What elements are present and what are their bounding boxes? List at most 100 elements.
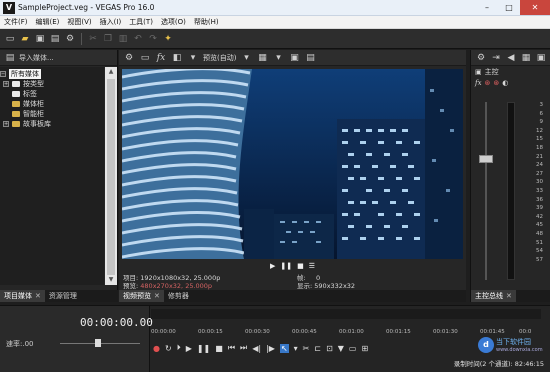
close-icon[interactable]: ✕ — [506, 290, 512, 302]
next-frame-icon[interactable]: |▶ — [266, 344, 275, 353]
stop-icon[interactable]: ■ — [215, 344, 223, 353]
scale-tick: 45 — [536, 222, 543, 229]
copy-snapshot-icon[interactable]: ▣ — [288, 52, 300, 64]
marker-icon[interactable]: ▼ — [338, 344, 344, 353]
save-icon[interactable]: ▣ — [34, 33, 46, 45]
close-icon[interactable]: ✕ — [35, 290, 41, 302]
play-icon[interactable]: ▶ — [270, 262, 275, 270]
render-icon[interactable]: ▤ — [49, 33, 61, 45]
time-ruler[interactable]: 00:00:00 00:00:15 00:00:30 00:00:45 00:0… — [151, 323, 531, 337]
tab-explorer[interactable]: 资源管理 — [45, 290, 81, 302]
tree-item-smart-bins[interactable]: 智能柜 — [0, 109, 104, 119]
settings-icon[interactable]: ⚙ — [475, 52, 487, 64]
volume-slider-knob[interactable] — [479, 155, 493, 163]
go-to-start-icon[interactable]: ⏮ — [228, 343, 235, 353]
split-icon[interactable]: ✂ — [303, 344, 310, 353]
cut-icon[interactable]: ✂ — [87, 33, 99, 45]
menu-options[interactable]: 选项(O) — [161, 17, 186, 27]
split-screen-icon[interactable]: ◧ — [171, 52, 183, 64]
record-icon[interactable]: ⊛ — [485, 79, 491, 87]
tab-master-bus[interactable]: 主控总线 ✕ — [471, 290, 516, 302]
import-media-button[interactable]: 导入媒体... — [19, 53, 54, 63]
lock-icon[interactable]: ⊡ — [326, 344, 333, 353]
save-snapshot-icon[interactable]: ▤ — [304, 52, 316, 64]
scale-tick: 12 — [536, 127, 543, 134]
go-to-end-icon[interactable]: ⏭ — [240, 343, 247, 353]
tab-trimmer[interactable]: 修剪器 — [164, 290, 193, 302]
menu-view[interactable]: 视图(V) — [67, 17, 91, 27]
scroll-up-icon[interactable]: ▲ — [105, 67, 117, 77]
properties-icon[interactable]: ⚙ — [64, 33, 76, 45]
menu-icon[interactable]: ☰ — [309, 262, 315, 270]
minimize-button[interactable]: – — [476, 0, 498, 15]
tree-item-all-media[interactable]: − 所有媒体 — [0, 69, 104, 79]
mute-icon[interactable]: ◀ — [505, 52, 517, 64]
collapse-icon[interactable]: − — [0, 71, 6, 77]
pause-icon[interactable]: ❚❚ — [197, 344, 210, 353]
import-media-icon[interactable]: ▤ — [4, 52, 16, 64]
play-icon[interactable]: ▶ — [186, 344, 192, 353]
trim-icon[interactable]: ⊏ — [314, 344, 321, 353]
folder-icon — [12, 111, 20, 117]
region-icon[interactable]: ▭ — [349, 344, 357, 353]
media-scrollbar[interactable]: ▲ ▼ — [105, 67, 117, 285]
new-project-icon[interactable]: ▭ — [4, 33, 16, 45]
timeline-overview-scrollbar[interactable] — [151, 309, 541, 319]
menu-insert[interactable]: 插入(I) — [100, 17, 122, 27]
snap-icon[interactable]: ⊞ — [361, 344, 368, 353]
tab-video-preview[interactable]: 视频预览 ✕ — [119, 290, 164, 302]
overlays-icon[interactable]: ▦ — [256, 52, 268, 64]
menu-tools[interactable]: 工具(T) — [129, 17, 153, 27]
chevron-down-icon[interactable]: ▾ — [187, 52, 199, 64]
paste-icon[interactable]: ▥ — [117, 33, 129, 45]
expand-icon[interactable]: + — [3, 121, 9, 127]
route-icon[interactable]: ⇥ — [490, 52, 502, 64]
tree-item-media-bins[interactable]: 媒体柜 — [0, 99, 104, 109]
tree-item-by-type[interactable]: + 按类型 — [0, 79, 104, 89]
monitor-icon[interactable]: ▣ — [535, 52, 547, 64]
pause-icon[interactable]: ❚❚ — [280, 262, 292, 270]
settings-icon[interactable]: ⚙ — [123, 52, 135, 64]
expand-icon[interactable]: + — [3, 81, 9, 87]
scroll-thumb[interactable] — [107, 79, 115, 275]
undo-icon[interactable]: ↶ — [132, 33, 144, 45]
fx-icon[interactable]: fx — [155, 52, 167, 64]
maximize-button[interactable]: □ — [498, 0, 520, 15]
preview-quality-dropdown[interactable]: 预览(自动) — [203, 53, 236, 63]
open-folder-icon[interactable]: ▰ — [19, 33, 31, 45]
master-label-row: ▣ 主控 — [471, 66, 550, 77]
close-icon[interactable]: ✕ — [154, 290, 160, 302]
loop-icon[interactable]: ↻ — [165, 344, 172, 353]
chevron-down-icon[interactable]: ▾ — [294, 344, 298, 353]
rate-slider-knob[interactable] — [95, 339, 101, 347]
tree-item-tags[interactable]: 标签 — [0, 89, 104, 99]
redo-icon[interactable]: ↷ — [147, 33, 159, 45]
tab-project-media[interactable]: 项目媒体 ✕ — [0, 290, 45, 302]
chevron-down-icon[interactable]: ▾ — [272, 52, 284, 64]
tree-item-storyboard-bins[interactable]: + 故事板库 — [0, 119, 104, 129]
menu-help[interactable]: 帮助(H) — [194, 17, 219, 27]
snap-icon[interactable]: ✦ — [162, 33, 174, 45]
scroll-down-icon[interactable]: ▼ — [105, 275, 117, 285]
folder-icon — [12, 101, 20, 107]
pan-icon[interactable]: ◐ — [502, 79, 508, 87]
close-button[interactable]: ✕ — [520, 0, 550, 15]
arm-icon[interactable]: ⊛ — [493, 79, 499, 87]
play-from-start-icon[interactable]: ⏵ — [177, 343, 181, 353]
fx-icon[interactable]: fx — [475, 79, 482, 87]
volume-slider-track[interactable] — [485, 102, 487, 280]
edit-tool-icon[interactable]: ↖ — [279, 343, 289, 353]
scale-tick: 33 — [536, 187, 543, 194]
menu-file[interactable]: 文件(F) — [4, 17, 28, 27]
copy-icon[interactable]: ❐ — [102, 33, 114, 45]
device-icon[interactable]: ▭ — [139, 52, 151, 64]
record-icon[interactable]: ● — [153, 344, 160, 353]
stop-icon[interactable]: ■ — [297, 262, 304, 270]
frame-value: 0 — [316, 274, 321, 282]
scale-tick: 15 — [536, 136, 543, 143]
insert-fx-icon[interactable]: ▦ — [520, 52, 532, 64]
menu-edit[interactable]: 编辑(E) — [36, 17, 60, 27]
chevron-down-icon[interactable]: ▾ — [240, 52, 252, 64]
prev-frame-icon[interactable]: ◀| — [252, 344, 261, 353]
scale-tick: 27 — [536, 170, 543, 177]
